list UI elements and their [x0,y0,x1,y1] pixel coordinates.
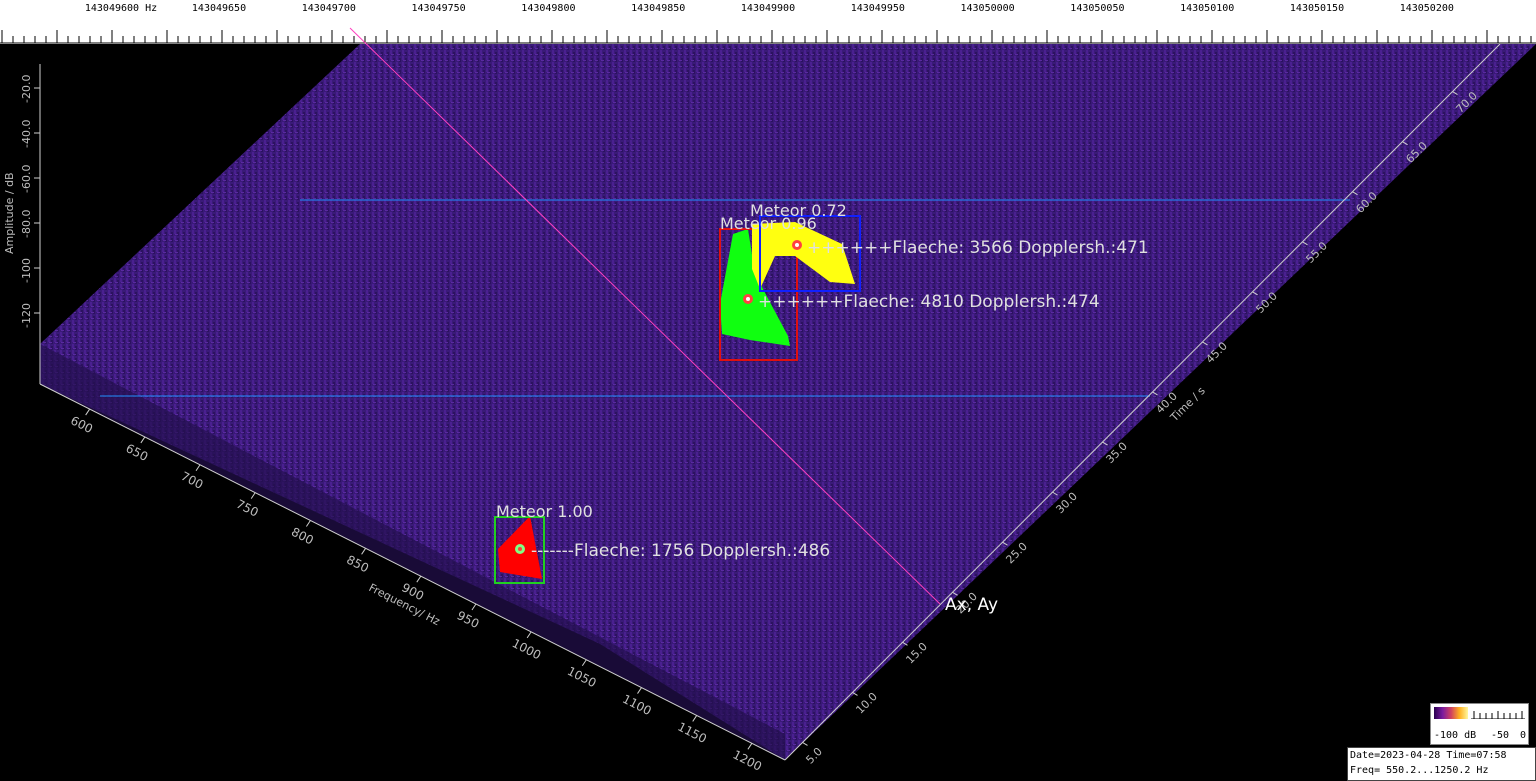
time-tick-label: 10.0 [853,690,880,717]
amplitude-tick-label: -80.0 [20,210,33,238]
frequency-tick-label: 1050 [565,664,599,690]
detection-info-3: ++++++Flaeche: 3566 Dopplersh.:471 [807,238,1149,258]
frequency-tick [250,492,256,499]
frequency-tick [195,464,201,472]
color-scale-ticks [1471,711,1525,719]
date-time-readout: Date=2023-04-28 Time=07:58 [1350,750,1507,761]
frequency-tick-label: 700 [179,469,206,492]
frequency-tick-label: 1150 [675,720,709,746]
frequency-tick [305,520,311,527]
frequency-tick [361,548,367,555]
frequency-tick [416,575,422,583]
frequency-tick [471,603,477,611]
amplitude-tick-label: -40.0 [20,120,33,148]
frequency-range-readout: Freq= 550.2...1250.2 Hz [1350,765,1489,776]
frequency-tick [747,743,753,750]
detection-label-3: Meteor 0.72 [750,201,847,220]
legend-low-label: -100 dB [1434,730,1477,741]
amplitude-tick-label: -20.0 [20,75,33,103]
amplitude-tick-label: -100 [20,258,33,283]
legend-high-label: 0 [1520,730,1527,741]
color-scale-legend: -100 dB -50 0 [1430,703,1529,745]
info-panel: Date=2023-04-28 Time=07:58 Freq= 550.2..… [1347,747,1536,781]
frequency-tick-label: 600 [68,413,95,436]
legend-mid-label: -50 [1491,730,1510,741]
cursor-readout: Ax, Ay [945,595,998,615]
frequency-tick-label: 950 [455,608,482,631]
detection-label-1: Meteor 1.00 [496,502,593,521]
frequency-tick [526,631,532,639]
amplitude-axis-title: Amplitude / dB [3,172,16,254]
detection-info-1: -------Flaeche: 1756 Dopplersh.:486 [531,541,830,561]
frequency-tick-label: 650 [123,441,150,464]
frequency-tick-label: 750 [234,497,261,520]
detection-info-2: ++++++Flaeche: 4810 Dopplersh.:474 [758,292,1100,312]
frequency-tick [140,436,146,444]
frequency-tick [85,408,91,416]
frequency-tick [692,715,698,722]
time-tick-label: 15.0 [903,640,930,667]
frequency-tick-label: 850 [344,553,371,576]
waterfall-view[interactable]: -20.0 -40.0 -60.0 -80.0 -100 -120 600 650 700 75… [0,0,1536,781]
frequency-tick [637,687,642,694]
amplitude-tick-label: -120 [20,303,33,328]
frequency-tick-label: 1200 [731,747,765,773]
frequency-tick-label: 800 [289,525,316,548]
time-tick [802,742,808,746]
amplitude-tick-label: -60.0 [20,165,33,193]
frequency-tick [581,659,587,667]
frequency-tick-label: 1000 [510,636,544,662]
time-tick-label: 5.0 [803,745,825,767]
spectrum-surface [40,44,1536,760]
frequency-tick-label: 1100 [620,692,654,718]
color-scale-gradient [1434,707,1468,719]
